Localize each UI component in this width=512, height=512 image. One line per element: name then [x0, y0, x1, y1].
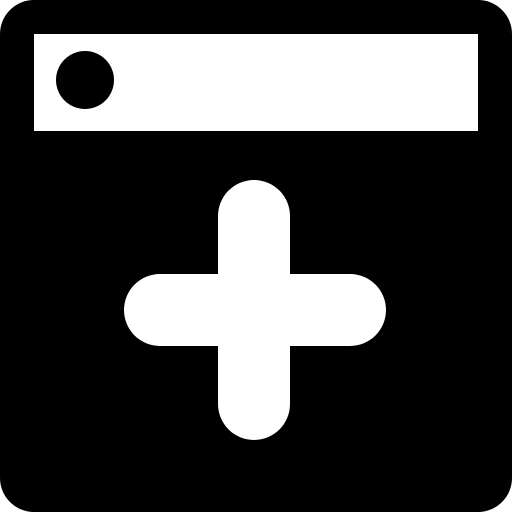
plus-horizontal-bar	[124, 274, 386, 346]
title-bar-dot	[56, 51, 114, 109]
new-window-icon-svg	[0, 0, 512, 512]
new-window-icon	[0, 0, 512, 512]
